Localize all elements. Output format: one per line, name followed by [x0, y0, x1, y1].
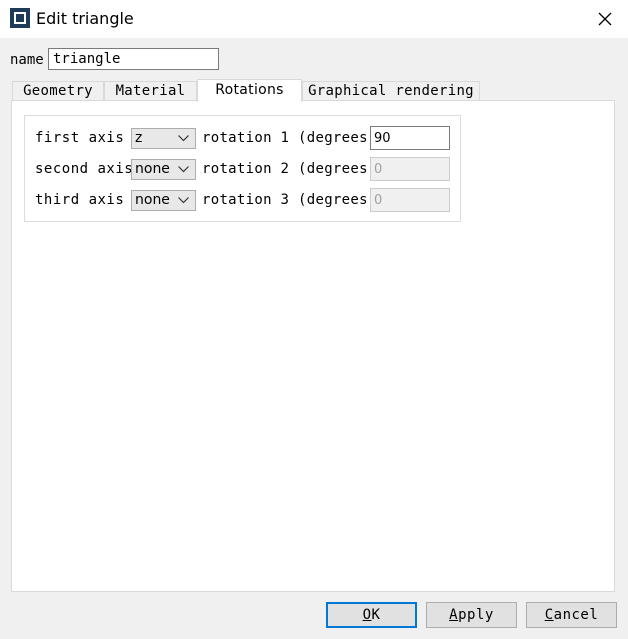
- cancel-button[interactable]: Cancel: [526, 602, 617, 628]
- tab-graphical-rendering[interactable]: Graphical rendering: [302, 81, 480, 101]
- chevron-down-icon: [178, 166, 189, 173]
- apply-button[interactable]: Apply: [426, 602, 517, 628]
- name-input[interactable]: [48, 48, 219, 70]
- rotation-2-label: rotation 2 (degrees): [202, 161, 377, 177]
- first-axis-label: first axis: [35, 130, 125, 146]
- tab-rotations[interactable]: Rotations: [197, 79, 302, 102]
- second-axis-value: none: [135, 161, 170, 177]
- rotation-1-input[interactable]: [370, 126, 450, 150]
- tab-geometry[interactable]: Geometry: [12, 81, 104, 101]
- ok-button[interactable]: OK: [326, 602, 417, 628]
- third-axis-value: none: [135, 192, 170, 208]
- apply-label-rest: pply: [458, 607, 494, 623]
- first-axis-value: z: [135, 130, 143, 146]
- rotation-3-input: [370, 188, 450, 212]
- rotation-2-input: [370, 157, 450, 181]
- rotation-1-label: rotation 1 (degrees): [202, 130, 377, 146]
- cancel-mnemonic: C: [544, 607, 554, 623]
- first-axis-select[interactable]: z: [131, 128, 196, 149]
- second-axis-select[interactable]: none: [131, 159, 196, 180]
- window-title: Edit triangle: [36, 9, 134, 28]
- close-icon: [598, 12, 612, 26]
- title-bar: Edit triangle: [0, 0, 628, 38]
- tab-panel-rotations: first axis z rotation 1 (degrees) second…: [11, 100, 615, 592]
- third-axis-select[interactable]: none: [131, 190, 196, 211]
- cancel-label-rest: ancel: [553, 607, 599, 623]
- app-window-icon: [10, 8, 30, 28]
- chevron-down-icon: [178, 197, 189, 204]
- ok-label-rest: K: [371, 607, 381, 623]
- ok-mnemonic: O: [362, 607, 372, 623]
- apply-mnemonic: A: [449, 607, 459, 623]
- third-axis-label: third axis: [35, 192, 125, 208]
- chevron-down-icon: [178, 135, 189, 142]
- close-button[interactable]: [582, 0, 628, 38]
- tab-material[interactable]: Material: [104, 81, 197, 101]
- name-label: name: [10, 52, 44, 68]
- rotation-3-label: rotation 3 (degrees): [202, 192, 377, 208]
- rotations-group: first axis z rotation 1 (degrees) second…: [24, 115, 461, 222]
- second-axis-label: second axis: [35, 161, 134, 177]
